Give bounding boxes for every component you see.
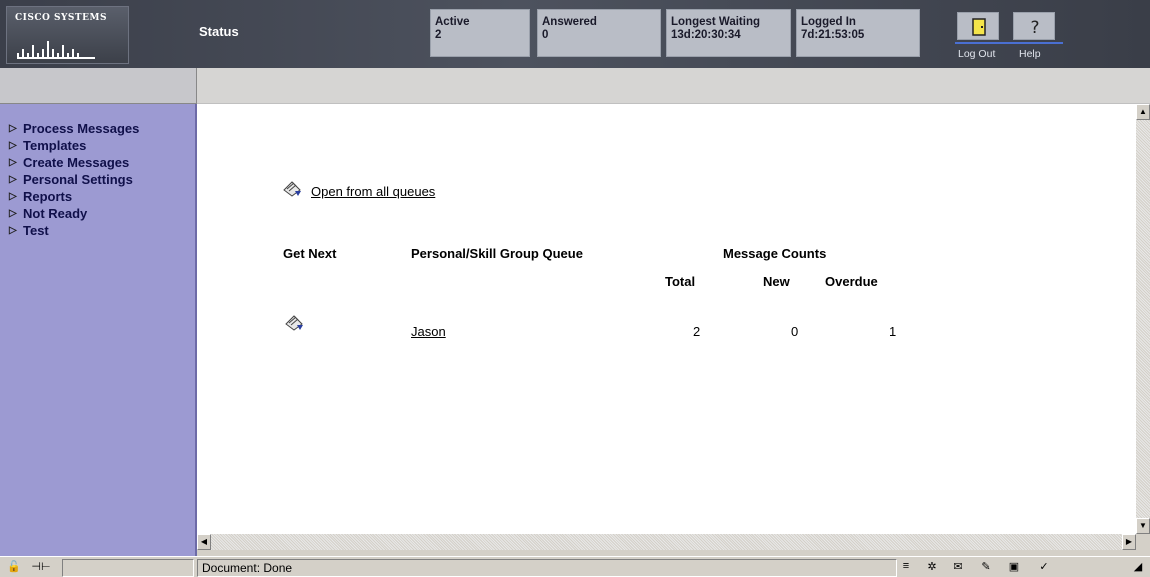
stat-answered: Answered 0 (537, 9, 661, 57)
sidebar-item-reports[interactable]: ▷ Reports (0, 188, 195, 205)
header-overdue: Overdue (825, 274, 878, 289)
subbar-left (0, 68, 197, 104)
sidebar-item-test[interactable]: ▷ Test (0, 222, 195, 239)
horizontal-scrollbar[interactable]: ◀ ▶ (197, 534, 1136, 550)
open-all-queues: Open from all queues (281, 176, 435, 199)
header-total: Total (665, 274, 696, 289)
sidebar-item-label: Templates (23, 138, 87, 153)
header-new: New (763, 274, 790, 289)
queue-link[interactable]: Jason (411, 324, 446, 339)
address-book-icon[interactable]: ▣ (1006, 560, 1022, 574)
expand-arrow-icon: ▷ (9, 140, 17, 151)
edit-icon[interactable]: ✓ (1036, 560, 1052, 574)
sidebar-item-process-messages[interactable]: ▷ Process Messages (0, 120, 195, 137)
sidebar-item-create-messages[interactable]: ▷ Create Messages (0, 154, 195, 171)
sidebar-item-templates[interactable]: ▷ Templates (0, 137, 195, 154)
sidebar-item-label: Create Messages (23, 155, 130, 170)
status-bar: 🔓 ⊣⊢ Document: Done ≡ ✲ ✉ ✎ ▣ ✓ ◢ (0, 556, 1150, 577)
mail-icon[interactable]: ✉ (950, 560, 966, 574)
scroll-down-button[interactable]: ▼ (1136, 518, 1150, 534)
lock-icon: 🔓 (7, 561, 21, 573)
header-queue: Personal/Skill Group Queue (411, 246, 583, 261)
connection-icon: ⊣⊢ (31, 561, 51, 573)
logout-button[interactable] (957, 12, 999, 40)
cisco-bars-icon (17, 41, 95, 59)
sidebar-item-label: Test (23, 223, 49, 238)
get-message-icon[interactable] (281, 178, 303, 198)
app-header: Cisco Systems Status Active 2 Answered 0… (0, 0, 1150, 68)
count-total: 2 (693, 324, 701, 339)
stat-label: Active (435, 16, 470, 28)
stat-longest-waiting: Longest Waiting 13d:20:30:34 (666, 9, 791, 57)
stat-value: 2 (435, 29, 442, 41)
toolbar-underline (955, 42, 1063, 44)
composer-icon[interactable]: ✎ (978, 560, 994, 574)
expand-arrow-icon: ▷ (9, 208, 17, 219)
logo-text: Cisco Systems (15, 13, 107, 23)
navigator-icon[interactable]: ✲ (924, 560, 940, 574)
status-panel-left (62, 559, 194, 577)
sidebar-item-label: Personal Settings (23, 172, 133, 187)
stat-value: 0 (542, 29, 549, 41)
scroll-left-button[interactable]: ◀ (197, 534, 211, 550)
sidebar: ▷ Process Messages ▷ Templates ▷ Create Mes… (0, 104, 197, 556)
count-overdue: 1 (889, 324, 897, 339)
sidebar-item-label: Reports (23, 189, 73, 204)
door-icon (972, 18, 986, 36)
expand-arrow-icon: ▷ (9, 191, 17, 202)
svg-text:?: ? (1030, 18, 1039, 37)
status-text: Document: Done (197, 559, 897, 577)
cisco-logo: Cisco Systems (6, 6, 129, 64)
scrollbar-corner (1136, 534, 1150, 550)
stat-logged-in: Logged In 7d:21:53:05 (796, 9, 920, 57)
expand-arrow-icon: ▷ (9, 123, 17, 134)
question-icon: ? (1030, 18, 1039, 37)
count-new: 0 (791, 324, 799, 339)
stat-value: 7d:21:53:05 (801, 29, 865, 41)
expand-arrow-icon: ▷ (9, 157, 17, 168)
header-message-counts: Message Counts (723, 246, 827, 261)
stat-value: 13d:20:30:34 (671, 29, 741, 41)
get-next-icon[interactable] (283, 312, 305, 332)
expand-arrow-icon: ▷ (9, 225, 17, 236)
sidebar-item-personal-settings[interactable]: ▷ Personal Settings (0, 171, 195, 188)
subbar-right (197, 68, 1150, 104)
logout-label[interactable]: Log Out (958, 48, 995, 60)
help-button[interactable]: ? (1013, 12, 1055, 40)
stat-active: Active 2 (430, 9, 530, 57)
page-title: Status (199, 24, 239, 39)
expand-arrow-icon: ▷ (9, 174, 17, 185)
stat-label: Logged In (801, 16, 856, 28)
header-get-next: Get Next (283, 246, 337, 261)
sidebar-item-label: Not Ready (23, 206, 88, 221)
vertical-scrollbar[interactable]: ▲ ▼ (1136, 104, 1150, 534)
help-label[interactable]: Help (1019, 48, 1041, 60)
stat-label: Answered (542, 16, 597, 28)
sidebar-item-label: Process Messages (23, 121, 140, 136)
scroll-up-button[interactable]: ▲ (1136, 104, 1150, 120)
stat-label: Longest Waiting (671, 16, 761, 28)
open-all-queues-link[interactable]: Open from all queues (311, 184, 435, 199)
sidebar-item-not-ready[interactable]: ▷ Not Ready (0, 205, 195, 222)
list-icon: ≡ (902, 560, 910, 572)
resize-grip-icon[interactable]: ◢ (1130, 560, 1146, 574)
main-content: Open from all queues Get Next Personal/S… (197, 104, 1136, 534)
scroll-right-button[interactable]: ▶ (1122, 534, 1136, 550)
